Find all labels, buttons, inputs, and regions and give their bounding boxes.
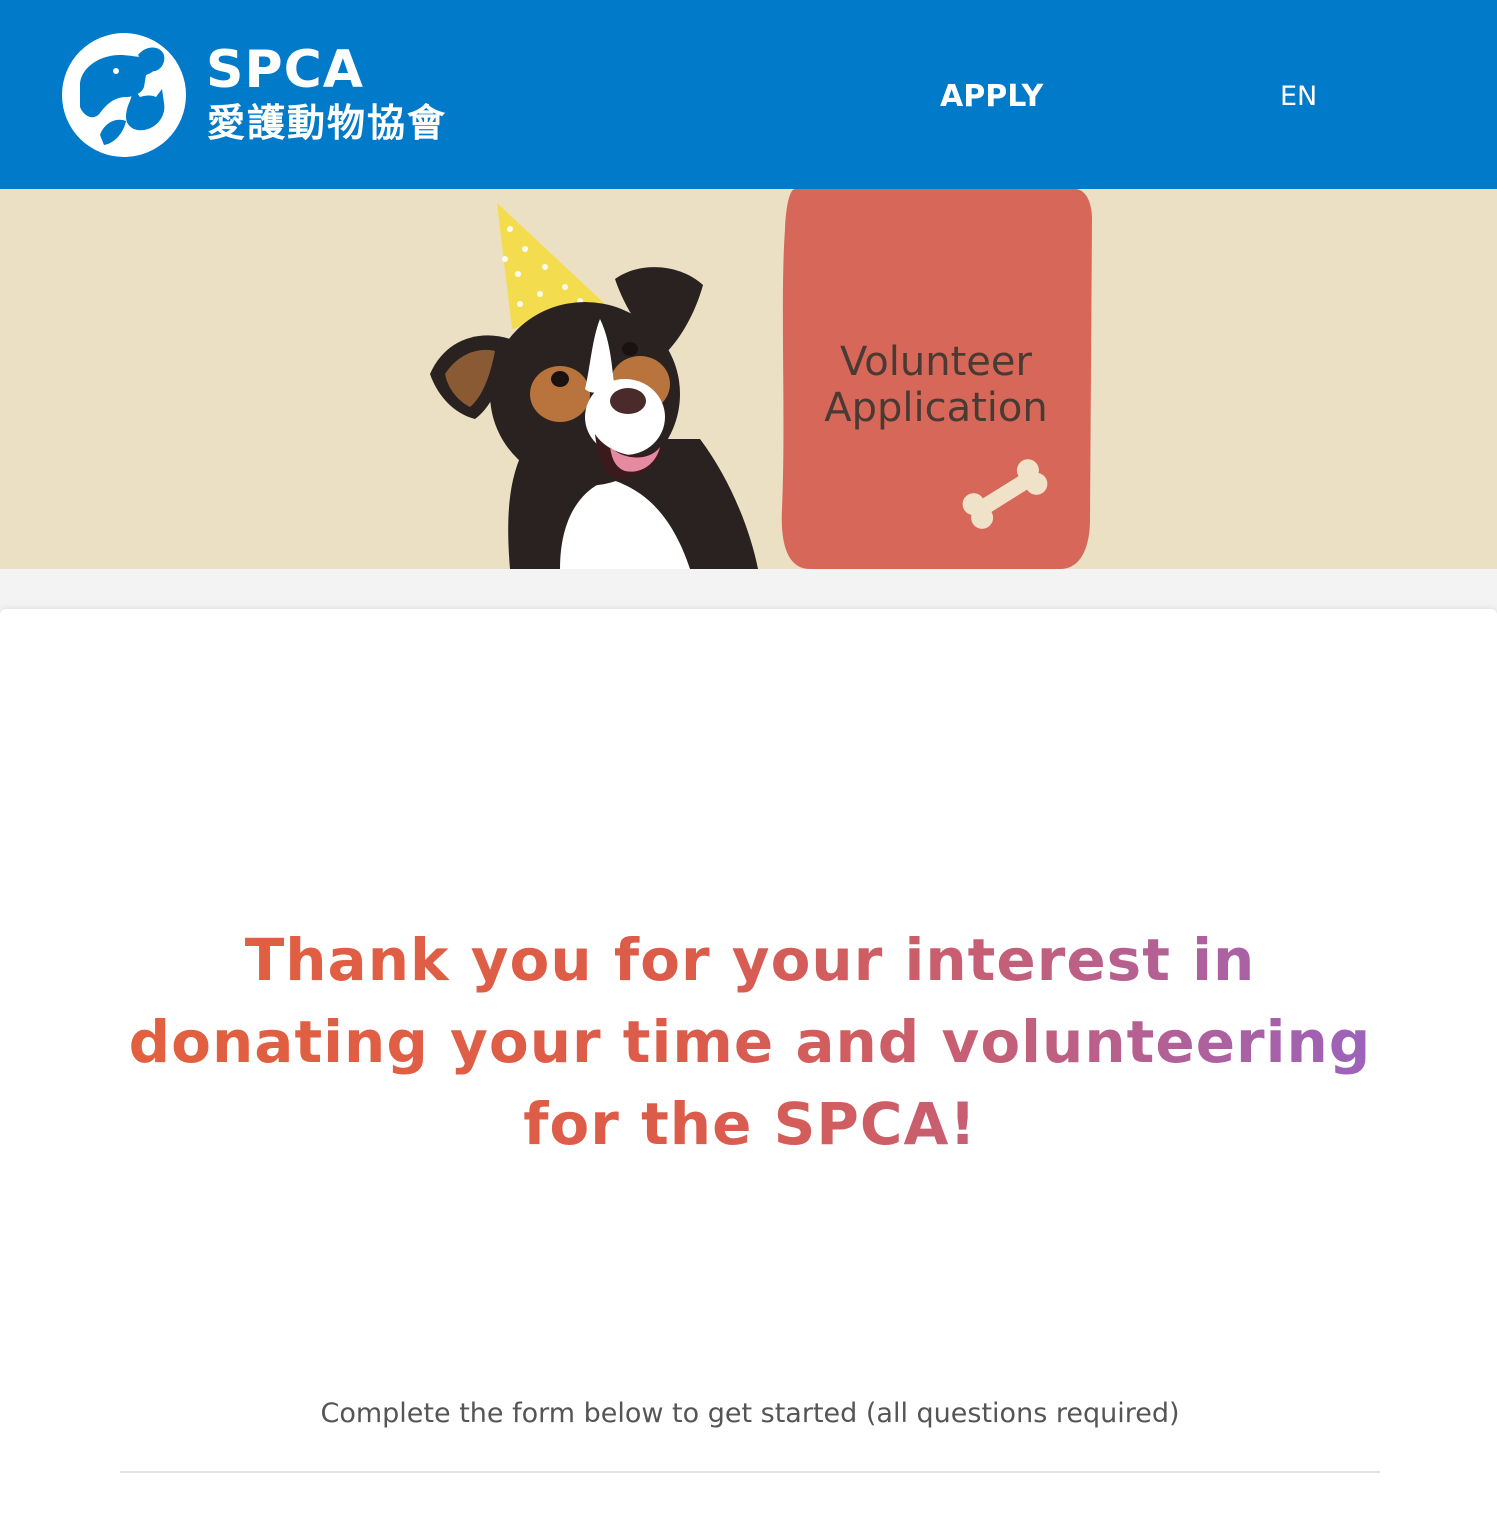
banner-title: Volunteer Application	[782, 339, 1090, 431]
logo-name-en: SPCA	[206, 40, 364, 100]
logo-name-zh: 愛護動物協會	[207, 101, 448, 145]
banner-title-line2: Application	[824, 385, 1048, 431]
dog-with-party-hat-image	[430, 189, 1092, 569]
language-selector[interactable]: EN	[1280, 78, 1317, 116]
form-instructions: Complete the form below to get started (…	[320, 1398, 1180, 1429]
divider	[120, 1471, 1380, 1473]
hero-banner: Volunteer Application	[0, 189, 1497, 569]
spca-logo-icon[interactable]	[60, 31, 188, 159]
nav-apply-link[interactable]: APPLY	[940, 78, 1043, 116]
thank-you-headline: Thank you for your interest in donating …	[120, 919, 1380, 1165]
site-header: SPCA 愛護動物協會 APPLY EN	[0, 0, 1497, 189]
banner-title-line1: Volunteer	[840, 339, 1032, 385]
form-card: Thank you for your interest in donating …	[0, 609, 1497, 1515]
